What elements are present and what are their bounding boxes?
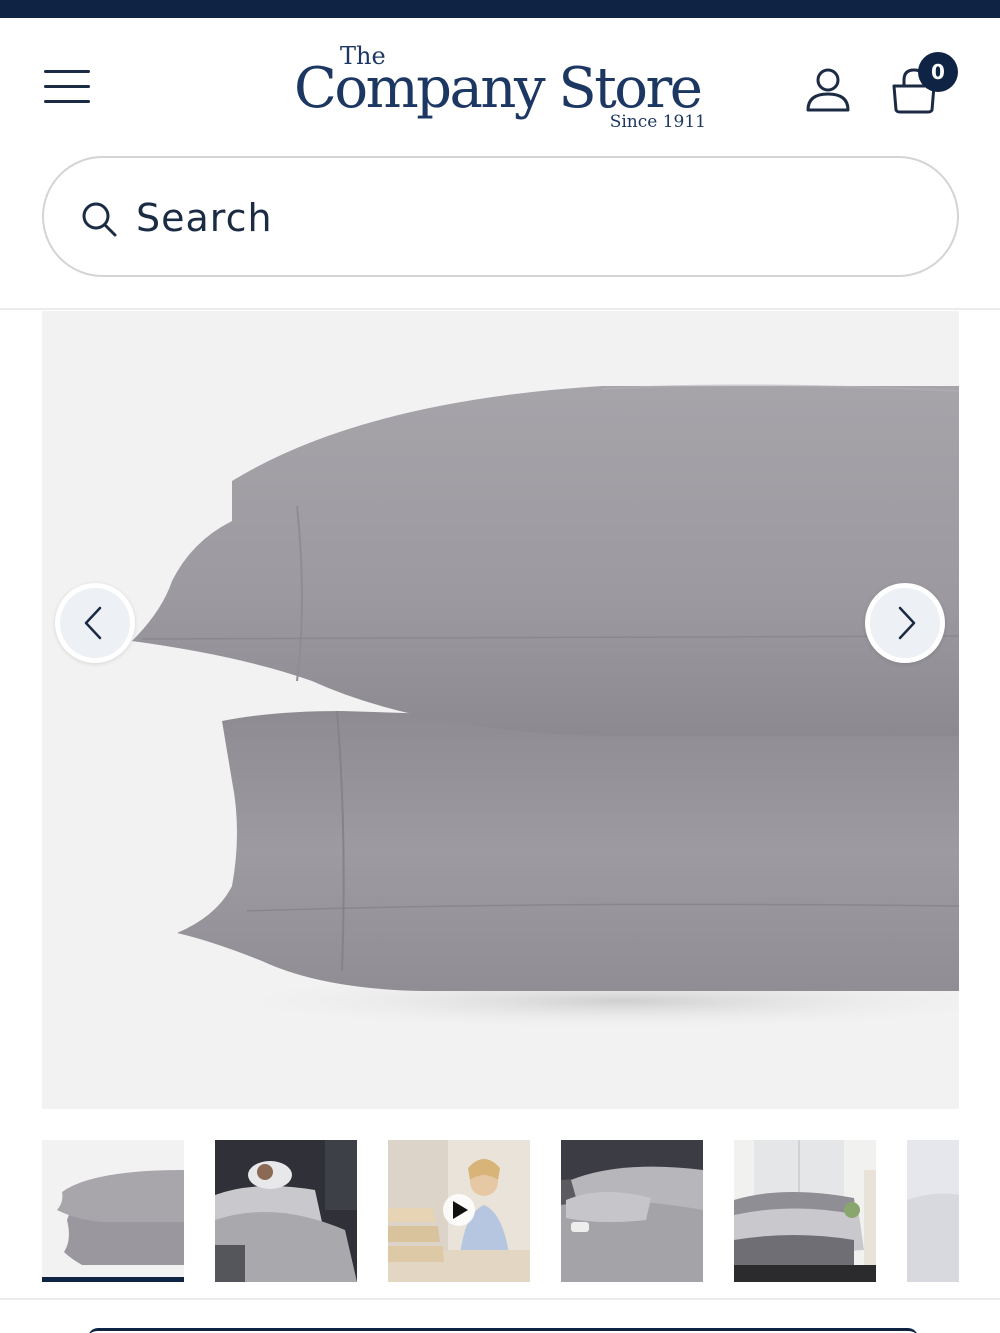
menu-button[interactable] [40,66,94,108]
thumbnail-strip [42,1140,959,1284]
cart-count-badge: 0 [918,52,958,92]
pillows-image [132,384,959,1031]
gallery-divider [0,1298,1000,1300]
thumbnail-2[interactable] [215,1140,357,1282]
account-button[interactable] [804,66,852,114]
search-icon [82,202,117,237]
thumbnail-1[interactable] [42,1140,184,1282]
active-thumbnail-indicator [42,1277,184,1282]
product-main-image[interactable] [42,311,959,1109]
chevron-left-icon [84,606,102,640]
thumbnail-5[interactable] [734,1140,876,1282]
header-divider [0,308,1000,310]
next-image-button[interactable] [865,583,945,663]
next-section-edge [88,1328,918,1333]
search-input[interactable] [136,188,896,248]
chevron-right-icon [898,606,916,640]
logo-tagline: Since 1911 [609,112,706,132]
thumbnail-3-video[interactable] [388,1140,530,1282]
site-header: The Company Store Since 1911 0 [0,18,1000,153]
top-bar [0,0,1000,18]
cart-button[interactable]: 0 [884,52,960,128]
search-bar[interactable] [42,156,959,277]
logo[interactable]: The Company Store Since 1911 [290,40,710,140]
thumbnail-4[interactable] [561,1140,703,1282]
thumbnail-6[interactable] [907,1140,959,1282]
user-icon [806,68,850,112]
previous-image-button[interactable] [55,583,135,663]
